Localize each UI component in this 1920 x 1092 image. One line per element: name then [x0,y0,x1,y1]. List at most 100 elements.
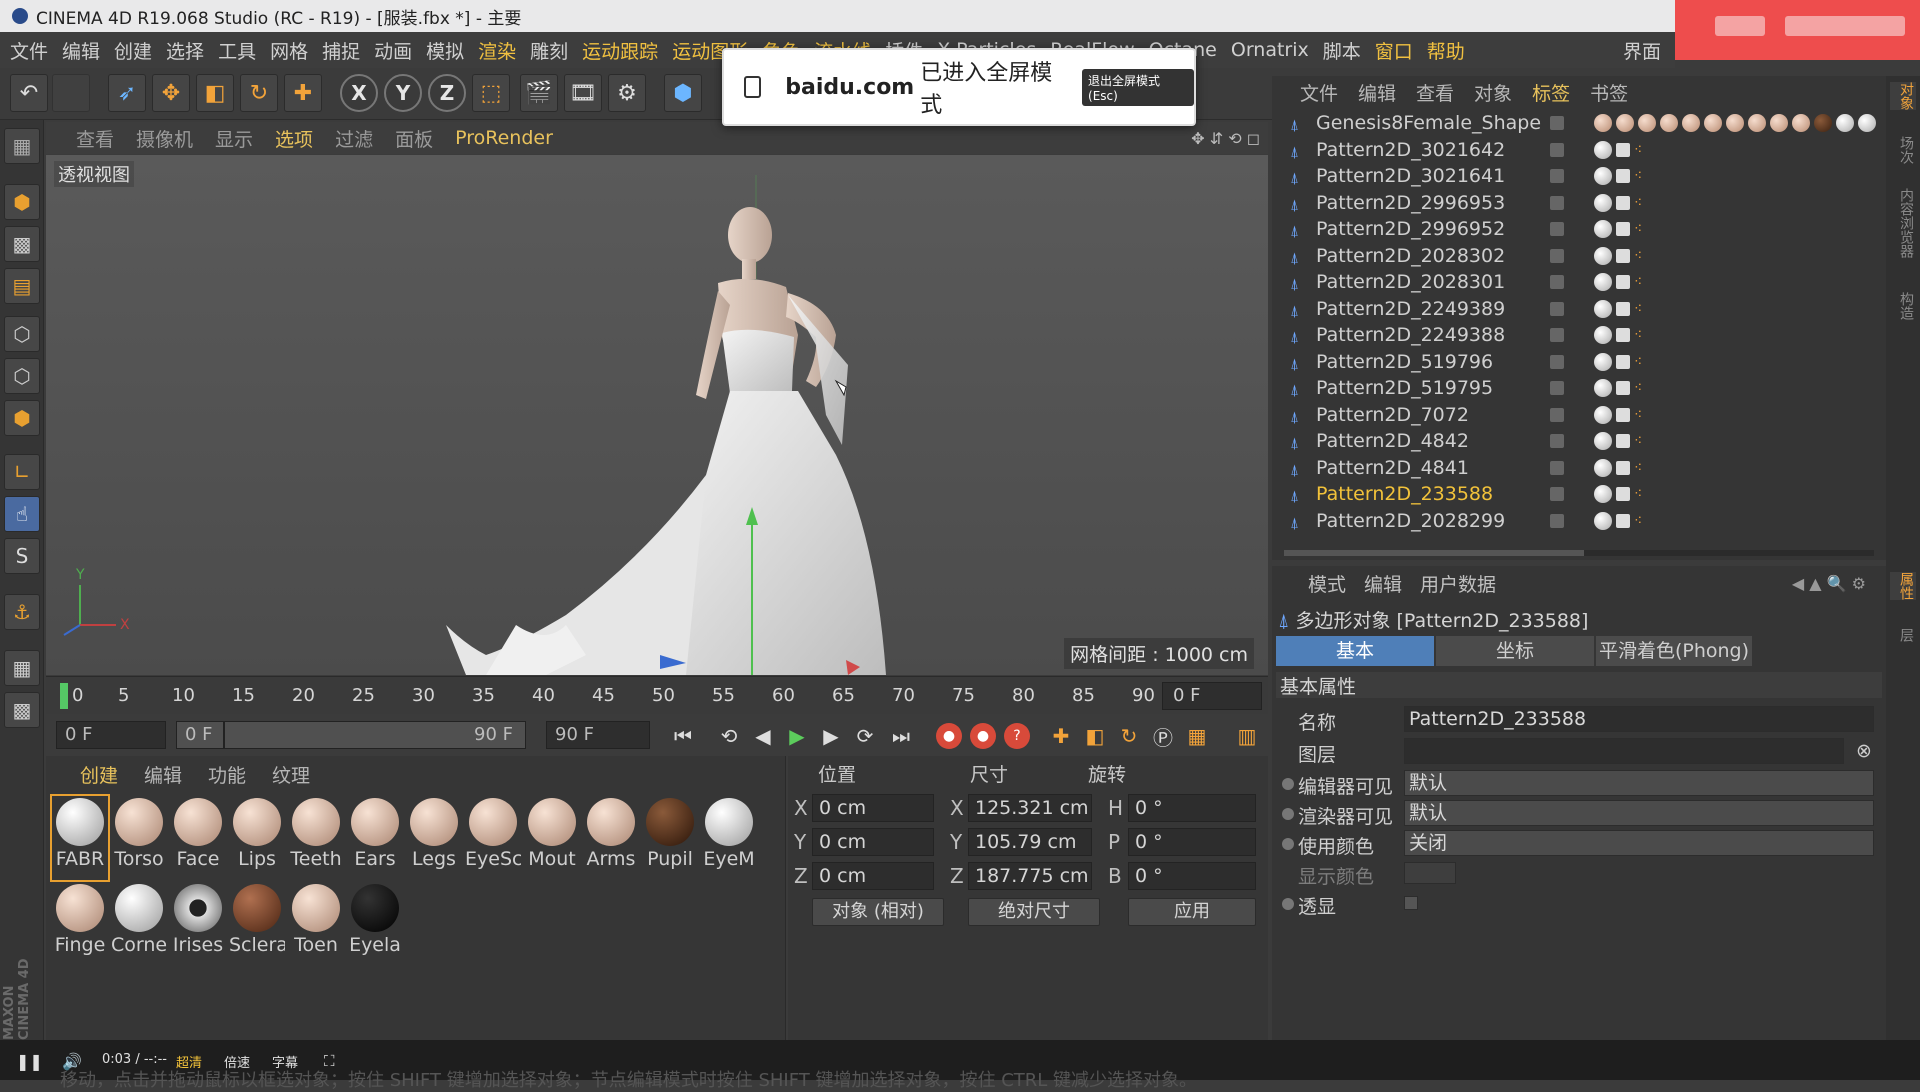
viewport-menu-camera[interactable]: 摄像机 [136,125,193,152]
right-tab-attributes[interactable]: 属性 [1890,572,1916,600]
visibility-toggle[interactable] [1550,169,1564,183]
object-row[interactable]: ⍋ Pattern2D_2028299 ⁖ [1282,510,1882,536]
visibility-toggle[interactable] [1550,407,1564,422]
material-menu-create[interactable]: 创建 [80,761,118,788]
material-tag-icon[interactable] [1616,114,1634,132]
editor-visible-dropdown[interactable]: 默认 [1404,770,1874,796]
right-tab-content-browser[interactable]: 内容浏览器 [1890,188,1916,258]
material-item[interactable]: Pupil [642,796,698,880]
key-param-icon[interactable]: Ⓟ [1148,721,1178,751]
menu-animate[interactable]: 动画 [374,37,412,64]
size-z-field[interactable]: 187.775 cm [968,862,1092,890]
visibility-toggle[interactable] [1550,487,1564,501]
prev-frame-icon[interactable]: ◀ [748,721,778,751]
exit-fullscreen-button[interactable]: 退出全屏模式 (Esc) [1082,68,1194,106]
start-frame-field[interactable]: 0 F [56,721,166,749]
visibility-toggle[interactable] [1550,195,1564,210]
keyframe-selection-icon[interactable]: ? [1004,723,1030,749]
render-settings-icon[interactable]: ⚙ [608,74,646,112]
render-picture-viewer-icon[interactable]: 🎞 [564,74,602,112]
material-tag-icon[interactable] [1660,114,1678,132]
material-item[interactable]: Arms [583,796,639,880]
viewport-menu-options[interactable]: 选项 [275,125,313,152]
selection-tag-icon[interactable]: ⁖ [1634,432,1646,450]
object-list-scrollbar[interactable] [1284,550,1874,556]
material-tag-icon[interactable] [1594,114,1612,132]
cloth-tag-icon[interactable] [1616,248,1630,263]
radio-dot[interactable] [1282,838,1294,850]
pos-y-field[interactable]: 0 cm [812,828,934,856]
pos-x-field[interactable]: 0 cm [812,794,934,822]
attr-nav-icons[interactable]: ◀ ▲ 🔍 ⚙ [1792,574,1866,593]
menu-ornatrix[interactable]: Ornatrix [1231,39,1309,61]
snap-icon[interactable]: S [4,538,40,574]
radio-dot[interactable] [1282,808,1294,820]
material-tag-icon[interactable] [1770,114,1788,132]
material-item[interactable]: Legs [406,796,462,880]
object-row[interactable]: ⍋ Pattern2D_2996953 ⁖ [1282,192,1882,218]
menu-snap[interactable]: 捕捉 [322,37,360,64]
axis-mode-icon[interactable]: ∟ [4,454,40,490]
add-tool-icon[interactable]: ✚ [284,74,322,112]
xray-checkbox[interactable] [1404,896,1418,910]
menu-file[interactable]: 文件 [10,37,48,64]
material-tag-icon[interactable] [1594,352,1612,371]
material-tag-icon[interactable] [1836,114,1854,132]
selection-tag-icon[interactable]: ⁖ [1634,485,1646,503]
menu-mesh[interactable]: 网格 [270,37,308,64]
cube-primitive-icon[interactable]: ⬢ [664,74,702,112]
timeline-playhead[interactable] [60,683,68,709]
material-tag-icon[interactable] [1594,167,1612,185]
material-tag-icon[interactable] [1594,299,1612,318]
menu-window[interactable]: 窗口 [1375,37,1413,64]
menu-simulate[interactable]: 模拟 [426,37,464,64]
object-row[interactable]: ⍋ Pattern2D_233588 ⁖ [1282,483,1882,509]
material-item[interactable]: Corne [111,882,167,966]
attr-menu-mode[interactable]: 模式 [1308,570,1346,597]
material-item[interactable]: Finge [52,882,108,966]
range-end-field[interactable]: 90 F [224,721,526,749]
cloth-tag-icon[interactable] [1616,381,1630,395]
visibility-toggle[interactable] [1550,328,1564,342]
material-item[interactable]: Face [170,796,226,880]
selection-tag-icon[interactable]: ⁖ [1634,247,1646,265]
material-item[interactable]: Mout [524,796,580,880]
material-item[interactable]: EyeSc [465,796,521,880]
menu-create[interactable]: 创建 [114,37,152,64]
key-rotation-icon[interactable]: ↻ [1114,721,1144,751]
volume-icon[interactable]: 🔊 [62,1052,82,1071]
cloth-tag-icon[interactable] [1616,195,1630,210]
material-item[interactable]: Toen [288,882,344,966]
cloth-tag-icon[interactable] [1616,275,1630,289]
menu-edit[interactable]: 编辑 [62,37,100,64]
material-menu-edit[interactable]: 编辑 [144,761,182,788]
menu-render[interactable]: 渲染 [478,37,516,64]
selection-tag-icon[interactable]: ⁖ [1634,512,1646,530]
speed-button[interactable]: 倍速 [224,1052,250,1071]
radio-dot[interactable] [1282,898,1294,910]
material-tag-icon[interactable] [1638,114,1656,132]
coord-mode-dropdown[interactable]: 对象 (相对) [812,898,944,926]
rotate-tool-icon[interactable]: ↻ [240,74,278,112]
key-pla-icon[interactable]: ▦ [1182,721,1212,751]
pause-icon[interactable]: ❚❚ [16,1052,43,1071]
menu-sculpt[interactable]: 雕刻 [530,37,568,64]
texture-mode-icon[interactable]: ▩ [4,226,40,262]
material-tag-icon[interactable] [1594,379,1612,397]
cloth-tag-icon[interactable] [1616,301,1630,316]
viewport-menu-panel[interactable]: 面板 [395,125,433,152]
polygons-mode-icon[interactable]: ⬢ [4,400,40,436]
tab-coord[interactable]: 坐标 [1436,636,1594,666]
tweak-mode-icon[interactable]: ☝ [4,496,40,532]
object-row[interactable]: ⍋ Pattern2D_7072 ⁖ [1282,404,1882,430]
visibility-toggle[interactable] [1550,460,1564,475]
object-row[interactable]: ⍋ Pattern2D_2028301 ⁖ [1282,271,1882,297]
visibility-toggle[interactable] [1550,513,1564,528]
cloth-tag-icon[interactable] [1616,142,1630,157]
display-color-swatch[interactable] [1404,862,1456,884]
material-tag-icon[interactable] [1594,511,1612,530]
selection-tag-icon[interactable]: ⁖ [1634,167,1646,185]
cloth-tag-icon[interactable] [1616,222,1630,236]
menu-tools[interactable]: 工具 [218,37,256,64]
object-row[interactable]: ⍋ Pattern2D_3021641 ⁖ [1282,165,1882,191]
